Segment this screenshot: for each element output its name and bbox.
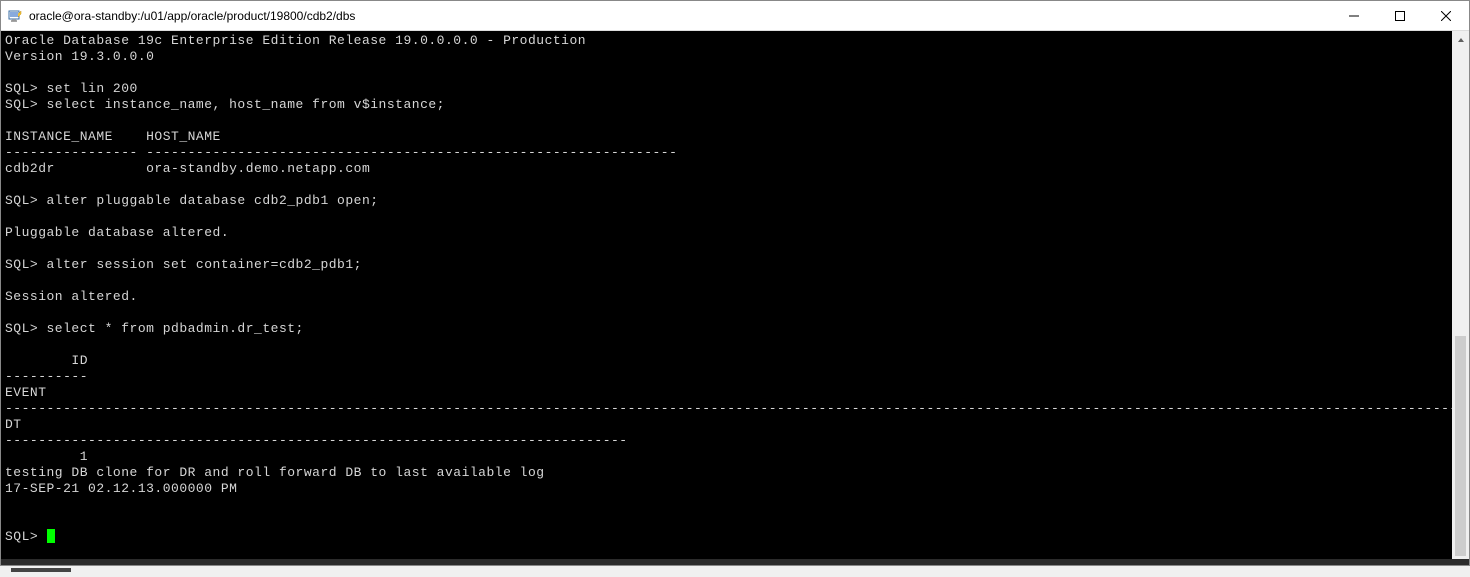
terminal-cursor: [47, 529, 55, 543]
vertical-scrollbar[interactable]: [1452, 31, 1469, 559]
putty-icon: [7, 8, 23, 24]
scrollbar-thumb[interactable]: [1455, 336, 1466, 556]
titlebar[interactable]: oracle@ora-standby:/u01/app/oracle/produ…: [1, 1, 1469, 31]
terminal-container: Oracle Database 19c Enterprise Edition R…: [1, 31, 1469, 559]
close-button[interactable]: [1423, 1, 1469, 30]
window-title: oracle@ora-standby:/u01/app/oracle/produ…: [29, 9, 1331, 23]
taskbar-strip: [1, 559, 1469, 565]
minimize-button[interactable]: [1331, 1, 1377, 30]
maximize-button[interactable]: [1377, 1, 1423, 30]
scrollbar-track[interactable]: [1452, 48, 1469, 559]
terminal-output[interactable]: Oracle Database 19c Enterprise Edition R…: [1, 31, 1452, 559]
terminal-window: oracle@ora-standby:/u01/app/oracle/produ…: [0, 0, 1470, 566]
scrollbar-arrow-up-icon[interactable]: [1452, 31, 1469, 48]
taskbar-segment: [11, 568, 71, 572]
window-controls: [1331, 1, 1469, 30]
